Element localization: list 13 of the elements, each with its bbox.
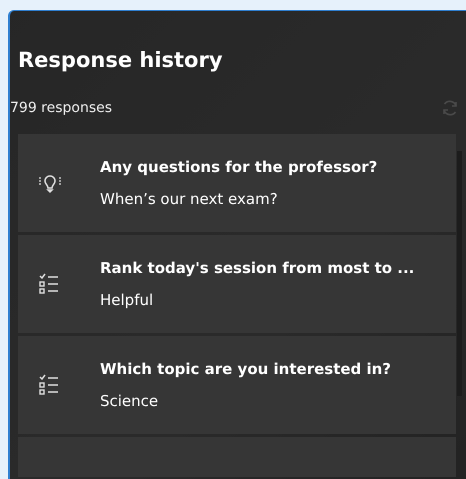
response-count: 799 responses: [10, 100, 112, 116]
question-text: Any questions for the professor?: [100, 157, 378, 177]
answer-text: Science: [100, 391, 160, 411]
response-card[interactable]: Rank today's session from most to ... Helpful: [18, 235, 456, 333]
answer-text: Helpful: [100, 290, 154, 310]
question-text: Which topic are you interested in?: [100, 359, 392, 379]
panel-title: Response history: [18, 47, 223, 74]
response-card[interactable]: Which topic are you interested in? Science: [18, 336, 456, 434]
question-text: Rank today's session from most to ...: [100, 258, 414, 278]
response-card[interactable]: Any questions for the professor? When’s our next exam?: [18, 134, 456, 232]
refresh-icon[interactable]: [440, 98, 460, 118]
scrollbar[interactable]: [457, 151, 462, 396]
answer-text: When’s our next exam?: [100, 189, 279, 209]
